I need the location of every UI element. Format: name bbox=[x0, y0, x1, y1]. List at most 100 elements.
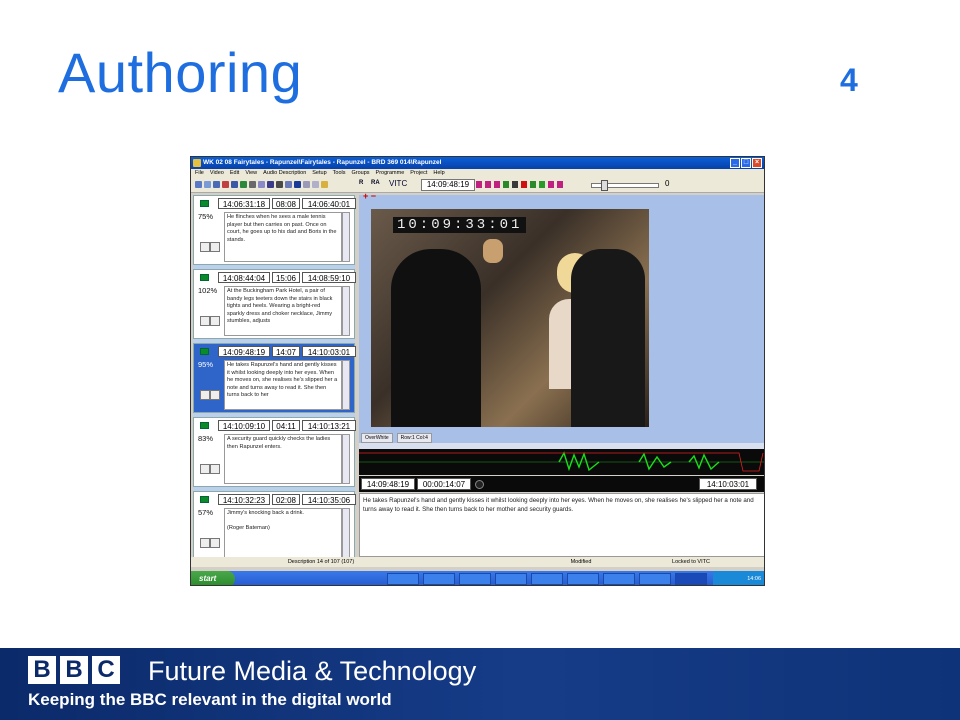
menu-video[interactable]: Video bbox=[210, 169, 224, 178]
description-item[interactable]: 14:10:32:23 02:08 14:10:35:06 57% Jimmy'… bbox=[193, 491, 356, 561]
save-icon[interactable] bbox=[294, 181, 301, 188]
window-titlebar[interactable]: WK 02 08 Fairytales - Rapunzel\Fairytale… bbox=[191, 157, 764, 169]
pause-icon[interactable] bbox=[512, 181, 518, 188]
fast-forward-icon[interactable] bbox=[548, 181, 554, 188]
description-scrollbar[interactable] bbox=[342, 360, 350, 410]
note-icon[interactable] bbox=[210, 390, 220, 400]
merge-icon[interactable] bbox=[222, 181, 229, 188]
video-frame[interactable]: 10:09:33:01 bbox=[371, 209, 649, 427]
menu-file[interactable]: File bbox=[195, 169, 204, 178]
description-item[interactable]: 14:06:31:18 08:08 14:06:40:01 75% He fli… bbox=[193, 195, 356, 265]
play-desc-icon[interactable] bbox=[240, 181, 247, 188]
person-icon[interactable] bbox=[200, 538, 210, 548]
description-scrollbar[interactable] bbox=[342, 434, 350, 484]
description-scrollbar[interactable] bbox=[342, 286, 350, 336]
editor-in-timecode[interactable]: 14:09:48:19 bbox=[361, 478, 415, 490]
rewind-icon[interactable] bbox=[494, 181, 500, 188]
taskbar-item[interactable] bbox=[567, 573, 599, 585]
description-text[interactable]: At the Buckingham Park Hotel, a pair of … bbox=[224, 286, 342, 336]
description-scrollbar[interactable] bbox=[342, 212, 350, 262]
record-button-icon[interactable] bbox=[475, 480, 484, 489]
taskbar-item[interactable] bbox=[531, 573, 563, 585]
open-icon[interactable] bbox=[204, 181, 211, 188]
out-timecode[interactable]: 14:10:13:21 bbox=[302, 420, 356, 431]
stop-icon[interactable] bbox=[521, 181, 527, 188]
taskbar-item[interactable] bbox=[639, 573, 671, 585]
description-scrollbar[interactable] bbox=[342, 508, 350, 558]
in-timecode[interactable]: 14:06:31:18 bbox=[218, 198, 270, 209]
delete-icon[interactable] bbox=[276, 181, 283, 188]
description-item[interactable]: 14:10:09:10 04:11 14:10:13:21 83% A secu… bbox=[193, 417, 356, 487]
menu-edit[interactable]: Edit bbox=[230, 169, 239, 178]
status-indicator-icon bbox=[200, 200, 209, 207]
note-icon[interactable] bbox=[210, 538, 220, 548]
maximize-button[interactable]: □ bbox=[741, 158, 751, 168]
person-icon[interactable] bbox=[200, 464, 210, 474]
taskbar-item[interactable] bbox=[423, 573, 455, 585]
ra-button[interactable]: RA bbox=[371, 180, 380, 186]
volume-slider-thumb[interactable] bbox=[601, 180, 608, 191]
out-timecode[interactable]: 14:08:59:10 bbox=[302, 272, 356, 283]
goto-start-icon[interactable] bbox=[476, 181, 482, 188]
play-icon[interactable] bbox=[539, 181, 545, 188]
in-timecode[interactable]: 14:09:48:19 bbox=[218, 346, 270, 357]
menu-view[interactable]: View bbox=[245, 169, 257, 178]
copy-icon[interactable] bbox=[285, 181, 292, 188]
lock-icon[interactable] bbox=[321, 181, 328, 188]
r-button[interactable]: R bbox=[359, 180, 363, 186]
overlay-mode: OverWhite bbox=[361, 433, 393, 443]
step-back-icon[interactable] bbox=[503, 181, 509, 188]
menu-groups[interactable]: Groups bbox=[351, 169, 369, 178]
zoom-plus-minus-icon[interactable]: + − bbox=[363, 191, 376, 201]
note-icon[interactable] bbox=[210, 242, 220, 252]
out-timecode[interactable]: 14:10:35:06 bbox=[302, 494, 356, 505]
note-icon[interactable] bbox=[210, 464, 220, 474]
settings-icon[interactable] bbox=[258, 181, 265, 188]
find-icon[interactable] bbox=[312, 181, 319, 188]
close-button[interactable]: × bbox=[752, 158, 762, 168]
person-icon[interactable] bbox=[200, 242, 210, 252]
in-timecode[interactable]: 14:10:09:10 bbox=[218, 420, 270, 431]
minimize-button[interactable]: _ bbox=[730, 158, 740, 168]
insert-icon[interactable] bbox=[231, 181, 238, 188]
taskbar-item[interactable] bbox=[603, 573, 635, 585]
description-text[interactable]: Jimmy's knocking back a drink. (Roger Ba… bbox=[224, 508, 342, 558]
menu-programme[interactable]: Programme bbox=[376, 169, 405, 178]
in-timecode[interactable]: 14:08:44:04 bbox=[218, 272, 270, 283]
menu-help[interactable]: Help bbox=[433, 169, 444, 178]
rewind-fast-icon[interactable] bbox=[485, 181, 491, 188]
out-timecode[interactable]: 14:10:03:01 bbox=[302, 346, 356, 357]
out-timecode[interactable]: 14:06:40:01 bbox=[302, 198, 356, 209]
description-text[interactable]: A security guard quickly checks the ladi… bbox=[224, 434, 342, 484]
menu-project[interactable]: Project bbox=[410, 169, 427, 178]
description-item-selected[interactable]: 14:09:48:19 14:07 14:10:03:01 95% He tak… bbox=[193, 343, 356, 413]
taskbar-item[interactable] bbox=[495, 573, 527, 585]
print-icon[interactable] bbox=[303, 181, 310, 188]
taskbar-item[interactable] bbox=[387, 573, 419, 585]
person-icon[interactable] bbox=[200, 390, 210, 400]
menu-tools[interactable]: Tools bbox=[333, 169, 346, 178]
goto-end-icon[interactable] bbox=[557, 181, 563, 188]
taskbar-item-active[interactable] bbox=[675, 573, 707, 585]
current-timecode[interactable]: 14:09:48:19 bbox=[421, 179, 475, 191]
audio-waveform[interactable] bbox=[359, 449, 764, 475]
description-text[interactable]: He flinches when he sees a male tennis p… bbox=[224, 212, 342, 262]
taskbar-item[interactable] bbox=[459, 573, 491, 585]
start-button[interactable]: start bbox=[191, 571, 235, 585]
step-forward-icon[interactable] bbox=[530, 181, 536, 188]
video-panel: + − 10:09:33:01 OverWhite Row:1 Col:4 bbox=[359, 191, 764, 449]
in-timecode[interactable]: 14:10:32:23 bbox=[218, 494, 270, 505]
menu-audio-description[interactable]: Audio Description bbox=[263, 169, 306, 178]
record-icon[interactable] bbox=[249, 181, 256, 188]
description-item[interactable]: 14:08:44:04 15:06 14:08:59:10 102% At th… bbox=[193, 269, 356, 339]
description-text[interactable]: He takes Rapunzel's hand and gently kiss… bbox=[224, 360, 342, 410]
new-icon[interactable] bbox=[195, 181, 202, 188]
editor-out-timecode[interactable]: 14:10:03:01 bbox=[699, 478, 757, 490]
split-icon[interactable] bbox=[213, 181, 220, 188]
menu-setup[interactable]: Setup bbox=[312, 169, 326, 178]
person-icon[interactable] bbox=[200, 316, 210, 326]
note-icon[interactable] bbox=[210, 316, 220, 326]
description-editor[interactable]: He takes Rapunzel's hand and gently kiss… bbox=[359, 493, 764, 557]
cut-icon[interactable] bbox=[267, 181, 274, 188]
system-tray-clock[interactable]: 14:06 bbox=[713, 571, 764, 585]
